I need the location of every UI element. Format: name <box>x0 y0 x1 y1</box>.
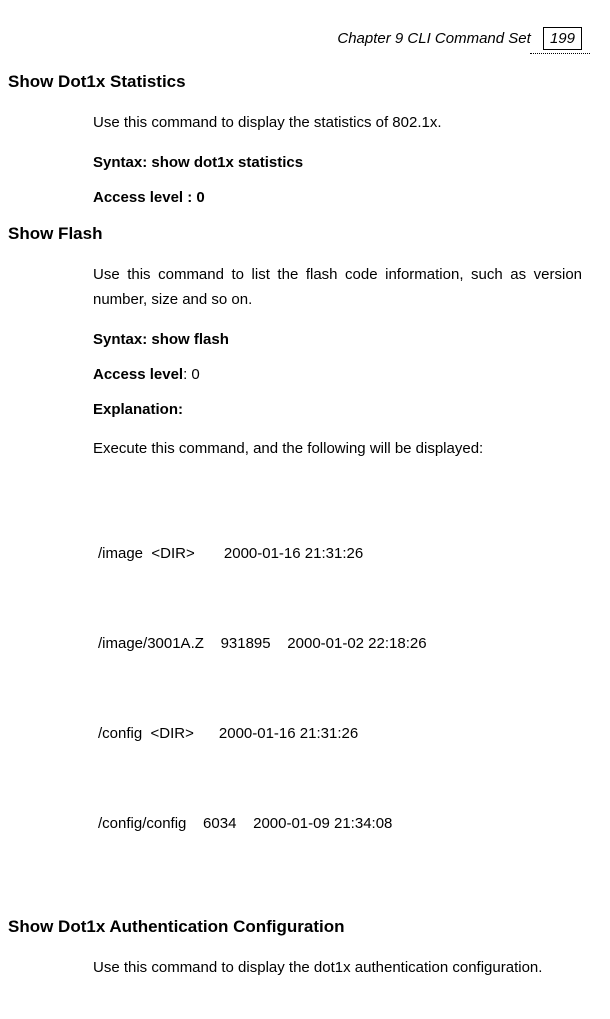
section-title-show-flash: Show Flash <box>8 224 590 244</box>
syntax-text: Syntax: show flash <box>93 331 229 348</box>
section-desc: Use this command to display the statisti… <box>93 110 582 136</box>
access-value: : 0 <box>183 366 200 383</box>
output-line: /config/config 6034 2000-01-09 21:34:08 <box>98 809 590 839</box>
output-line: /image <DIR> 2000-01-16 21:31:26 <box>98 539 590 569</box>
section-title-show-dot1x-auth-config: Show Dot1x Authentication Configuration <box>8 917 590 937</box>
access-text: Access level : 0 <box>93 189 205 206</box>
syntax-line: Syntax: show dot1x statistics <box>93 154 590 171</box>
access-level-line: Access level: 0 <box>93 366 590 383</box>
output-listing: /image <DIR> 2000-01-16 21:31:26 /image/… <box>98 479 590 899</box>
access-level-line: Access level : 0 <box>93 189 590 206</box>
header-dotted-line <box>530 53 590 54</box>
page: Chapter 9 CLI Command Set 199 Show Dot1x… <box>0 0 610 1019</box>
explanation-text: Explanation: <box>93 401 183 418</box>
output-line: /image/3001A.Z 931895 2000-01-02 22:18:2… <box>98 629 590 659</box>
syntax-text: Syntax: show dot1x statistics <box>93 154 303 171</box>
page-number: 199 <box>543 27 582 50</box>
chapter-label: Chapter 9 CLI Command Set <box>337 30 530 47</box>
section-desc: Use this command to display the dot1x au… <box>93 955 582 981</box>
access-label: Access level <box>93 366 183 383</box>
page-header: Chapter 9 CLI Command Set 199 <box>8 30 590 47</box>
section-title-show-dot1x-statistics: Show Dot1x Statistics <box>8 72 590 92</box>
execute-desc: Execute this command, and the following … <box>93 436 582 462</box>
syntax-line: Syntax: show flash <box>93 331 590 348</box>
section-desc: Use this command to list the flash code … <box>93 262 582 313</box>
explanation-label: Explanation: <box>93 401 590 418</box>
output-line: /config <DIR> 2000-01-16 21:31:26 <box>98 719 590 749</box>
